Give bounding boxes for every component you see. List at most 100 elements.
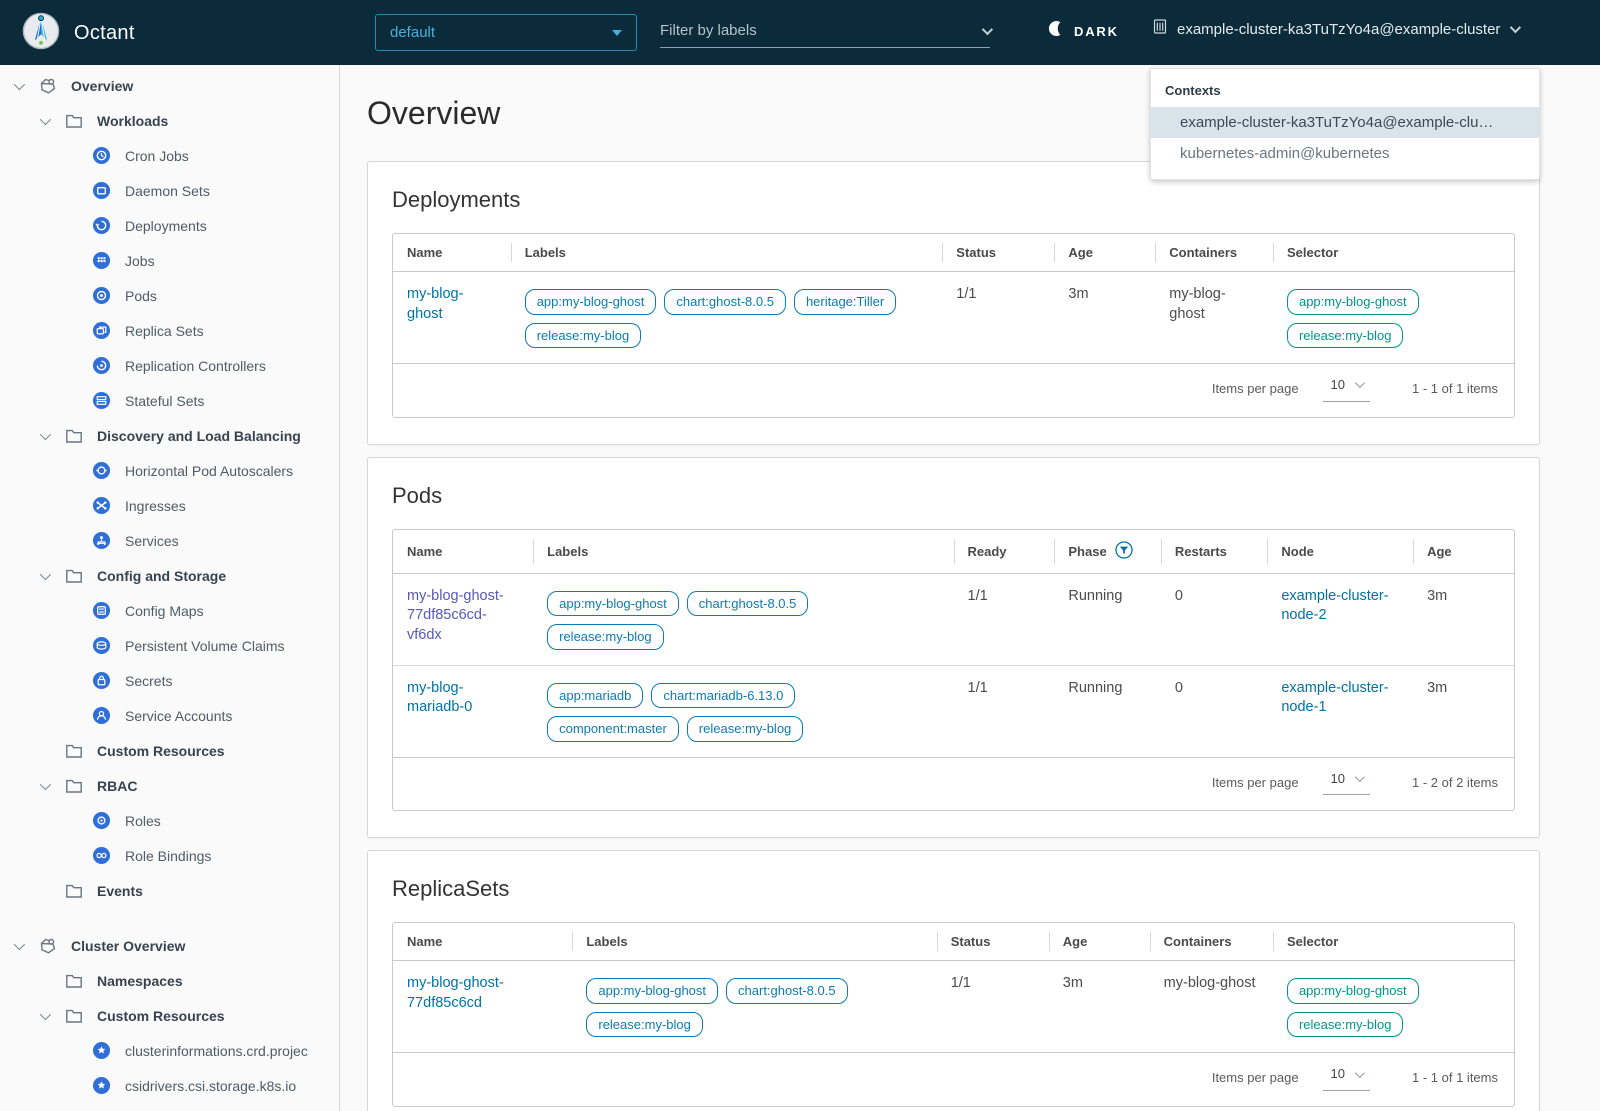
ready-cell: 1/1: [967, 587, 988, 604]
label-chip[interactable]: chart:mariadb-6.13.0: [651, 682, 796, 709]
selector-chip[interactable]: release:my-blog: [1286, 1011, 1404, 1038]
sidebar-item-jobs[interactable]: Jobs: [0, 243, 339, 278]
sidebar-item-workloads[interactable]: Workloads: [0, 103, 339, 138]
sidebar-item-horizontal-pod-autoscalers[interactable]: Horizontal Pod Autoscalers: [0, 453, 339, 488]
sidebar-item-secrets[interactable]: Secrets: [0, 663, 339, 698]
sidebar-item-replication-controllers[interactable]: Replication Controllers: [0, 348, 339, 383]
sidebar-item-custom-resources[interactable]: Custom Resources: [0, 733, 339, 768]
replicaset-name-link[interactable]: my-blog-ghost-77df85c6cd: [407, 975, 504, 1011]
crd-resource-icon: [92, 1041, 112, 1061]
folder-icon: [64, 776, 84, 796]
selector-chip[interactable]: app:my-blog-ghost: [1286, 289, 1419, 315]
dark-mode-toggle[interactable]: DARK: [1048, 20, 1119, 42]
role-resource-icon: [92, 811, 112, 831]
pod-name-link[interactable]: my-blog-mariadb-0: [407, 680, 472, 716]
items-per-page-select[interactable]: 10: [1322, 770, 1371, 796]
chevron-down-icon: [1510, 21, 1522, 34]
label-chip[interactable]: chart:ghost-8.0.5: [686, 590, 809, 617]
phase-cell: Running: [1068, 679, 1123, 696]
column-header: Containers: [1149, 923, 1273, 961]
context-menu-item[interactable]: kubernetes-admin@kubernetes: [1151, 138, 1539, 169]
label-chip[interactable]: component:master: [547, 716, 679, 742]
sidebar-item-persistent-volume-claims[interactable]: Persistent Volume Claims: [0, 628, 339, 663]
column-header: Containers: [1155, 234, 1273, 272]
contexts-dropdown: Contexts example-cluster-ka3TuTzYo4a@exa…: [1150, 68, 1540, 180]
sidebar-item-role-bindings[interactable]: Role Bindings: [0, 838, 339, 873]
chevron-down-icon[interactable]: [36, 113, 51, 125]
sidebar-item-service-accounts[interactable]: Service Accounts: [0, 698, 339, 733]
column-header: Name: [393, 923, 573, 961]
dark-mode-label: DARK: [1074, 23, 1119, 39]
label-chip[interactable]: app:my-blog-ghost: [524, 289, 657, 315]
sidebar-item-cron-jobs[interactable]: Cron Jobs: [0, 138, 339, 173]
label-chip[interactable]: chart:ghost-8.0.5: [726, 978, 848, 1004]
label-chip[interactable]: app:mariadb: [547, 682, 644, 709]
label-filter-input[interactable]: [660, 22, 982, 39]
label-chip[interactable]: app:my-blog-ghost: [547, 590, 679, 617]
namespace-select[interactable]: default: [375, 14, 637, 51]
sidebar-item-cluster-overview[interactable]: Cluster Overview: [0, 928, 339, 963]
sidebar-item-csidrivers-crd[interactable]: csidrivers.csi.storage.k8s.io: [0, 1068, 339, 1103]
contexts-dropdown-title: Contexts: [1165, 83, 1221, 98]
node-link[interactable]: example-cluster-node-2: [1281, 588, 1388, 624]
selector-chip[interactable]: app:my-blog-ghost: [1286, 978, 1419, 1004]
sidebar-item-namespaces[interactable]: Namespaces: [0, 963, 339, 998]
column-header: Phase: [1054, 529, 1161, 574]
pagination-range: 1 - 2 of 2 items: [1412, 774, 1498, 790]
sidebar-item-config-and-storage[interactable]: Config and Storage: [0, 558, 339, 593]
sidebar-item-roles[interactable]: Roles: [0, 803, 339, 838]
overview-icon: [38, 76, 58, 96]
items-per-page-label: Items per page: [1211, 381, 1299, 397]
sidebar-item-pods[interactable]: Pods: [0, 278, 339, 313]
chevron-down-icon[interactable]: [36, 428, 51, 440]
label-chip[interactable]: release:my-blog: [586, 1011, 703, 1038]
column-header: Name: [393, 234, 511, 272]
column-header: Age: [1048, 923, 1150, 961]
items-per-page-select[interactable]: 10: [1322, 1065, 1371, 1092]
chevron-down-icon[interactable]: [36, 778, 51, 790]
label-chip[interactable]: release:my-blog: [524, 322, 642, 349]
label-chip[interactable]: release:my-blog: [547, 624, 664, 650]
chevron-down-icon[interactable]: [10, 938, 25, 950]
sidebar-item-events[interactable]: Events: [0, 873, 339, 908]
selector-chip[interactable]: release:my-blog: [1286, 322, 1404, 349]
brand: Octant: [22, 12, 135, 55]
containers-cell: my-blog-ghost: [1169, 286, 1226, 322]
context-menu-item[interactable]: example-cluster-ka3TuTzYo4a@example-clu…: [1151, 107, 1539, 138]
sidebar-item-rbac[interactable]: RBAC: [0, 768, 339, 803]
items-per-page-select[interactable]: 10: [1322, 376, 1371, 402]
sidebar-item-replica-sets[interactable]: Replica Sets: [0, 313, 339, 348]
chevron-down-icon: [1354, 1067, 1365, 1078]
status-cell: 1/1: [950, 975, 971, 992]
chevron-down-icon[interactable]: [10, 78, 25, 90]
column-header: Age: [1413, 529, 1514, 574]
sidebar-item-ingresses[interactable]: Ingresses: [0, 488, 339, 523]
sidebar-item-stateful-sets[interactable]: Stateful Sets: [0, 383, 339, 418]
column-header: Selector: [1272, 234, 1514, 272]
app-title: Octant: [74, 22, 135, 44]
label-chip[interactable]: heritage:Tiller: [793, 289, 897, 315]
sidebar-item-config-maps[interactable]: Config Maps: [0, 593, 339, 628]
label-chip[interactable]: app:my-blog-ghost: [586, 978, 719, 1004]
sidebar-item-daemon-sets[interactable]: Daemon Sets: [0, 173, 339, 208]
sidebar-item-services[interactable]: Services: [0, 523, 339, 558]
octant-logo-icon: [22, 12, 60, 55]
deployment-name-link[interactable]: my-blog-ghost: [407, 286, 463, 322]
sidebar-item-cluster-custom-resources[interactable]: Custom Resources: [0, 998, 339, 1033]
node-link[interactable]: example-cluster-node-1: [1281, 680, 1388, 716]
sidebar-item-overview[interactable]: Overview: [0, 68, 339, 103]
folder-icon: [64, 881, 84, 901]
sidebar-item-clusterinformations-crd[interactable]: clusterinformations.crd.projec: [0, 1033, 339, 1068]
chevron-down-icon[interactable]: [36, 1008, 51, 1020]
chevron-down-icon[interactable]: [981, 23, 994, 35]
chevron-down-icon[interactable]: [36, 568, 51, 580]
pod-name-link[interactable]: my-blog-ghost-77df85c6cd-vf6dx: [407, 588, 504, 643]
filter-funnel-icon[interactable]: [1115, 540, 1133, 562]
label-chip[interactable]: chart:ghost-8.0.5: [664, 289, 786, 315]
table-header-row: Name Labels Ready Phase Restarts Node Ag…: [393, 529, 1514, 574]
sidebar-item-deployments[interactable]: Deployments: [0, 208, 339, 243]
label-chip[interactable]: release:my-blog: [686, 716, 804, 742]
context-selector[interactable]: example-cluster-ka3TuTzYo4a@example-clus…: [1152, 18, 1522, 40]
column-header: Name: [393, 529, 534, 574]
sidebar-item-discovery-and-load-balancing[interactable]: Discovery and Load Balancing: [0, 418, 339, 453]
